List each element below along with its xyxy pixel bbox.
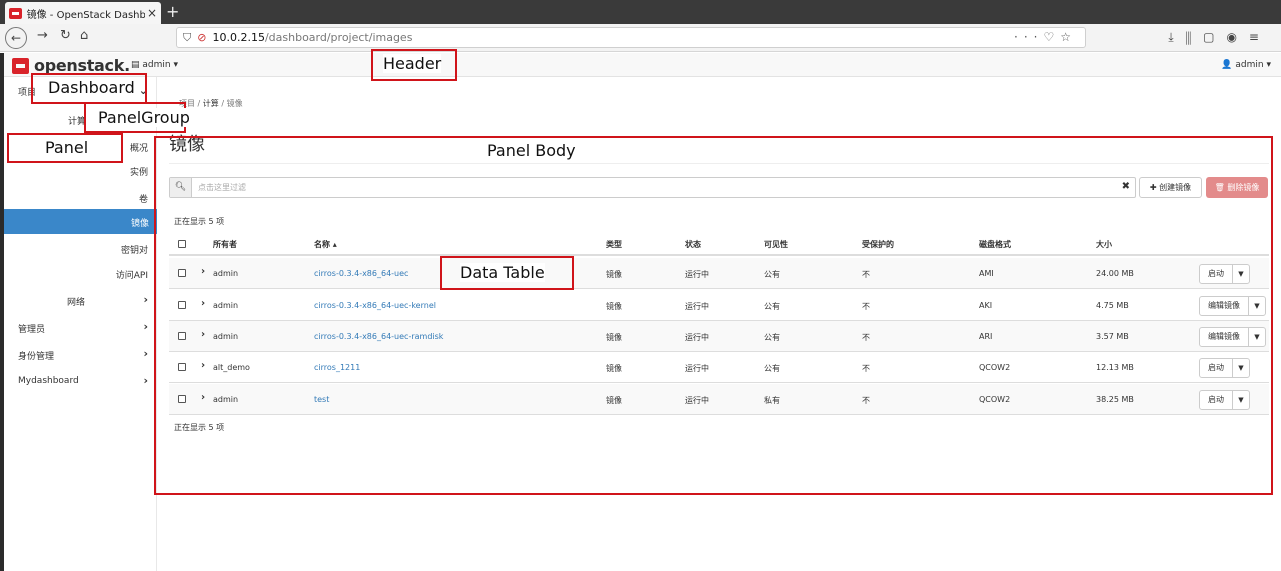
shield-icon[interactable]: ⛉ [183, 31, 191, 45]
sidebar-item-overview[interactable]: 概况 [130, 141, 148, 154]
sidebar-mydashboard[interactable]: Mydashboard [18, 376, 79, 386]
project-switcher[interactable]: ▤ admin ▾ [131, 60, 178, 70]
url-host: 10.0.2.15 [212, 31, 265, 44]
breadcrumb-compute[interactable]: 计算 [203, 99, 219, 108]
annotation-panelgroup-label: PanelGroup [98, 108, 190, 127]
sidebar-admin[interactable]: 管理员 [18, 322, 45, 335]
breadcrumb-images: 镜像 [226, 99, 243, 108]
url-bar[interactable]: ⛉ ⊘ 10.0.2.15 /dashboard/project/images … [176, 27, 1086, 48]
tab-title: 镜像 - OpenStack Dashb [26, 9, 145, 21]
annotation-data-table-label: Data Table [460, 263, 545, 282]
new-tab-button[interactable]: + [166, 2, 179, 21]
tab-close-icon[interactable]: × [147, 6, 157, 20]
breadcrumb-separator: / [197, 99, 201, 108]
home-icon[interactable]: ⌂ [80, 28, 88, 43]
forward-icon[interactable]: → [37, 28, 48, 43]
user-icon: 👤 [1221, 60, 1236, 70]
browser-navbar: ← → ↻ ⌂ ⛉ ⊘ 10.0.2.15 /dashboard/project… [0, 24, 1281, 52]
back-icon[interactable]: ← [5, 27, 27, 49]
toolbar-icons[interactable]: ⤓⫼▢◉≡ [1168, 30, 1271, 45]
insecure-lock-icon[interactable]: ⊘ [197, 31, 206, 44]
breadcrumb-separator: / [221, 99, 225, 108]
annotation-panel-body-label: Panel Body [487, 141, 576, 160]
annotation-dashboard-label: Dashboard [48, 78, 135, 97]
sidebar-item-label: 镜像 [130, 219, 149, 229]
user-name: admin [1235, 60, 1264, 70]
annotation-header-label: Header [383, 54, 442, 73]
sidebar-network[interactable]: 网络 [67, 295, 85, 308]
chevron-right-icon[interactable]: › [143, 293, 148, 306]
annotation-panel-body-box [154, 136, 1273, 495]
sidebar-item-keypairs[interactable]: 密钥对 [121, 243, 148, 256]
url-action-icons[interactable]: ···♡☆ [1014, 30, 1077, 44]
annotation-panel-label: Panel [45, 138, 89, 157]
caret-down-icon: ▾ [1263, 60, 1271, 70]
openstack-logo-icon [12, 57, 29, 74]
sidebar-item-images[interactable]: 镜像 [4, 209, 157, 234]
chevron-right-icon[interactable]: › [143, 320, 148, 333]
chevron-right-icon[interactable]: › [143, 347, 148, 360]
sidebar-identity[interactable]: 身份管理 [18, 349, 54, 362]
openstack-header: openstack. ▤ admin ▾ 👤 admin ▾ [4, 53, 1281, 77]
browser-tab-strip: 镜像 - OpenStack Dashb × + [0, 0, 1281, 24]
project-icon: ▤ [131, 60, 143, 70]
project-name: admin [142, 60, 171, 70]
url-path: /dashboard/project/images [264, 31, 413, 44]
sidebar-item-api-access[interactable]: 访问API [116, 268, 148, 281]
openstack-favicon-icon [9, 7, 22, 19]
browser-tab[interactable]: 镜像 - OpenStack Dashb × [5, 2, 161, 24]
sidebar-item-volumes[interactable]: 卷 [139, 192, 148, 205]
reload-icon[interactable]: ↻ [60, 28, 71, 43]
caret-down-icon: ▾ [170, 60, 178, 70]
chevron-right-icon[interactable]: › [143, 374, 148, 387]
user-menu[interactable]: 👤 admin ▾ [1221, 60, 1271, 70]
sidebar-item-instances[interactable]: 实例 [130, 165, 148, 178]
